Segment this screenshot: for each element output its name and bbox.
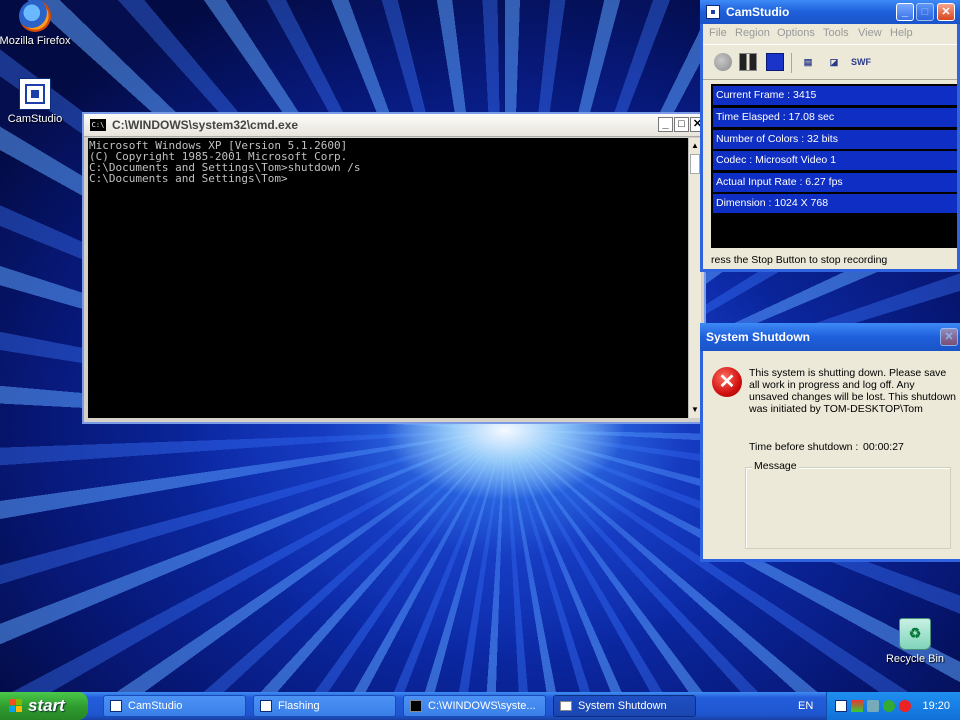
menu-file[interactable]: File [709,27,727,39]
minimize-button[interactable]: _ [896,3,914,21]
taskbar-item-label: CamStudio [128,700,183,712]
taskbar-item-cmd[interactable]: C:\WINDOWS\syste... [403,695,546,717]
toolbar: ▤ ◪ SWF [703,44,957,80]
taskbar-item-label: Flashing [278,700,320,712]
desktop-icon-label: CamStudio [7,113,63,125]
camstudio-title: CamStudio [726,5,790,19]
taskbar-item-flashing[interactable]: Flashing [253,695,396,717]
desktop-icon-label: Mozilla Firefox [0,35,71,47]
cmd-window: C:\ C:\WINDOWS\system32\cmd.exe _ □ ✕ Mi… [82,112,706,424]
cmd-icon: C:\ [90,119,106,131]
start-button[interactable]: start [0,692,88,720]
taskbar-item-camstudio[interactable]: CamStudio [103,695,246,717]
network-icon[interactable] [851,700,863,712]
cmd-title: C:\WINDOWS\system32\cmd.exe [112,118,299,132]
windows-logo-icon [9,699,23,713]
desktop-icon-label: Recycle Bin [885,653,945,665]
shutdown-dialog: System Shutdown ✕ ✕ This system is shutt… [700,323,960,562]
menu-region[interactable]: Region [735,27,770,39]
update-icon[interactable] [883,700,895,712]
shutdown-titlebar[interactable]: System Shutdown ✕ [700,323,960,351]
menu-options[interactable]: Options [777,27,815,39]
minimize-button[interactable]: _ [658,117,673,132]
taskbar-item-label: C:\WINDOWS\syste... [428,700,536,712]
maximize-button[interactable]: □ [674,117,689,132]
close-button[interactable]: ✕ [940,328,958,346]
start-label: start [28,696,65,715]
stat-dimension: Dimension : 1024 X 768 [713,194,957,213]
console-output[interactable]: Microsoft Windows XP [Version 5.1.2600](… [88,138,690,418]
time-before-shutdown-value: 00:00:27 [863,441,904,453]
camstudio-icon [110,700,122,712]
camstudio-icon [19,78,51,110]
recycle-bin-icon: ♻ [899,618,931,650]
swf-icon[interactable]: SWF [851,53,871,71]
camstudio-icon [706,5,720,19]
security-icon[interactable] [867,700,879,712]
desktop-icon-firefox[interactable]: Mozilla Firefox [0,0,73,47]
console-line: C:\Documents and Settings\Tom> [89,172,288,185]
record-icon[interactable] [714,53,732,71]
message-groupbox: Message [745,460,951,549]
language-indicator[interactable]: EN [798,692,813,720]
system-tray: 19:20 [826,692,960,720]
stats-panel: Current Frame : 3415 Time Elasped : 17.0… [711,84,957,248]
taskbar-item-label: System Shutdown [578,700,667,712]
dialog-icon [560,701,572,711]
message-group-label: Message [752,460,799,472]
stat-input-rate: Actual Input Rate : 6.27 fps [713,173,957,192]
menu-bar: File Region Options Tools View Help [703,24,957,42]
alert-icon[interactable] [899,700,911,712]
stat-colors: Number of Colors : 32 bits [713,130,957,149]
scroll-thumb[interactable] [690,154,700,174]
close-button[interactable]: ✕ [937,3,955,21]
shutdown-message: This system is shutting down. Please sav… [749,367,957,415]
stop-icon[interactable] [766,53,784,71]
firefox-icon [19,0,51,32]
annotation-icon[interactable]: ◪ [825,53,843,71]
desktop-icon-camstudio[interactable]: CamStudio [0,78,73,125]
stat-time-elapsed: Time Elasped : 17.08 sec [713,108,957,127]
camstudio-tray-icon[interactable] [835,700,847,712]
cmd-icon [410,700,422,712]
stat-current-frame: Current Frame : 3415 [713,86,957,105]
taskbar-item-system-shutdown[interactable]: System Shutdown [553,695,696,717]
camstudio-titlebar[interactable]: CamStudio _ □ ✕ [700,0,960,24]
taskbar: start CamStudio Flashing C:\WINDOWS\syst… [0,692,960,720]
shutdown-title: System Shutdown [706,330,811,344]
menu-tools[interactable]: Tools [823,27,849,39]
status-bar-text: ress the Stop Button to stop recording [711,254,888,266]
clock[interactable]: 19:20 [922,692,950,720]
desktop: Mozilla Firefox CamStudio ♻ Recycle Bin … [0,0,960,692]
menu-help[interactable]: Help [890,27,913,39]
cmd-titlebar[interactable]: C:\ C:\WINDOWS\system32\cmd.exe _ □ ✕ [84,114,705,137]
toolbar-separator [791,53,792,73]
region-icon[interactable]: ▤ [799,53,817,71]
time-before-shutdown-label: Time before shutdown : [749,441,859,453]
stat-codec: Codec : Microsoft Video 1 [713,151,957,170]
menu-view[interactable]: View [858,27,882,39]
pause-icon[interactable] [739,53,757,71]
maximize-button[interactable]: □ [916,3,934,21]
error-icon: ✕ [712,367,742,397]
camstudio-window: CamStudio _ □ ✕ File Region Options Tool… [700,0,960,272]
camstudio-icon [260,700,272,712]
desktop-icon-recycle-bin[interactable]: ♻ Recycle Bin [877,618,953,665]
